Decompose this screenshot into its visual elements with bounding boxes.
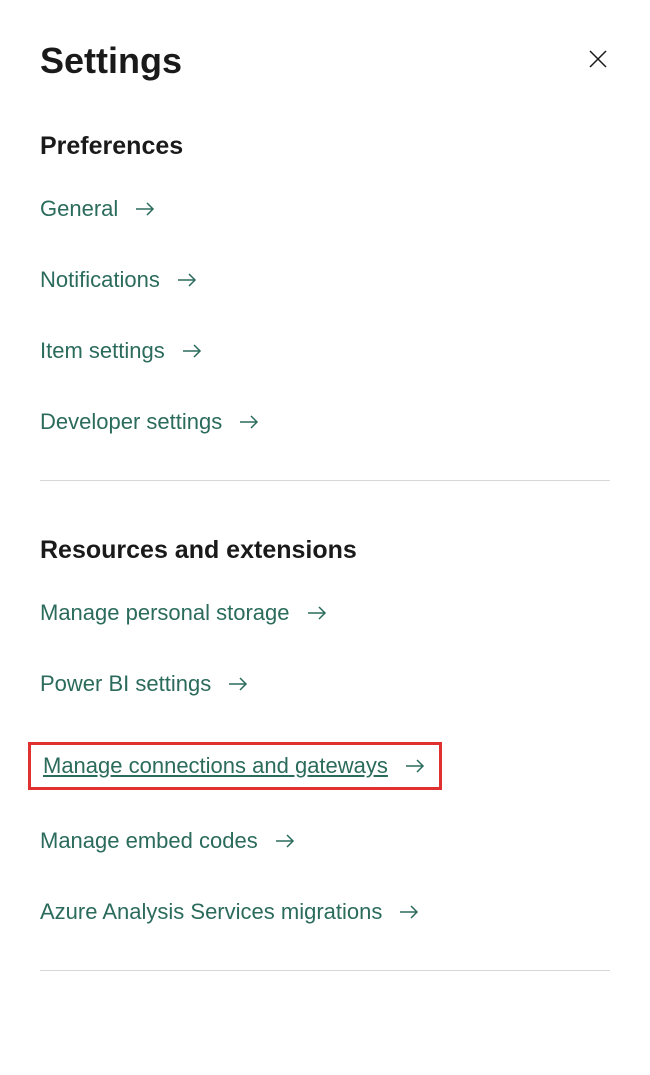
link-general[interactable]: General bbox=[40, 196, 610, 222]
link-notifications[interactable]: Notifications bbox=[40, 267, 610, 293]
arrow-right-icon bbox=[403, 754, 427, 778]
link-power-bi-settings[interactable]: Power BI settings bbox=[40, 671, 610, 697]
link-developer-settings[interactable]: Developer settings bbox=[40, 409, 610, 435]
section-divider bbox=[40, 480, 610, 481]
link-label: Manage personal storage bbox=[40, 600, 290, 626]
page-title: Settings bbox=[40, 40, 182, 82]
arrow-right-icon bbox=[180, 339, 204, 363]
arrow-right-icon bbox=[226, 672, 250, 696]
link-label: Azure Analysis Services migrations bbox=[40, 899, 382, 925]
preferences-section: Preferences General Notifications Item s… bbox=[40, 132, 610, 435]
close-icon bbox=[586, 46, 610, 77]
link-label: Power BI settings bbox=[40, 671, 211, 697]
link-label: Item settings bbox=[40, 338, 165, 364]
arrow-right-icon bbox=[273, 829, 297, 853]
resources-section: Resources and extensions Manage personal… bbox=[40, 536, 610, 925]
arrow-right-icon bbox=[237, 410, 261, 434]
link-label: Manage connections and gateways bbox=[43, 753, 388, 779]
settings-header: Settings bbox=[40, 40, 610, 82]
link-manage-connections-gateways[interactable]: Manage connections and gateways bbox=[28, 742, 442, 790]
section-divider bbox=[40, 970, 610, 971]
arrow-right-icon bbox=[175, 268, 199, 292]
arrow-right-icon bbox=[397, 900, 421, 924]
link-label: Notifications bbox=[40, 267, 160, 293]
arrow-right-icon bbox=[133, 197, 157, 221]
link-manage-personal-storage[interactable]: Manage personal storage bbox=[40, 600, 610, 626]
arrow-right-icon bbox=[305, 601, 329, 625]
link-azure-analysis-migrations[interactable]: Azure Analysis Services migrations bbox=[40, 899, 610, 925]
link-item-settings[interactable]: Item settings bbox=[40, 338, 610, 364]
link-label: Manage embed codes bbox=[40, 828, 258, 854]
link-label: Developer settings bbox=[40, 409, 222, 435]
section-title-resources: Resources and extensions bbox=[40, 536, 610, 565]
link-manage-embed-codes[interactable]: Manage embed codes bbox=[40, 828, 610, 854]
section-title-preferences: Preferences bbox=[40, 132, 610, 161]
link-label: General bbox=[40, 196, 118, 222]
close-button[interactable] bbox=[586, 47, 610, 76]
